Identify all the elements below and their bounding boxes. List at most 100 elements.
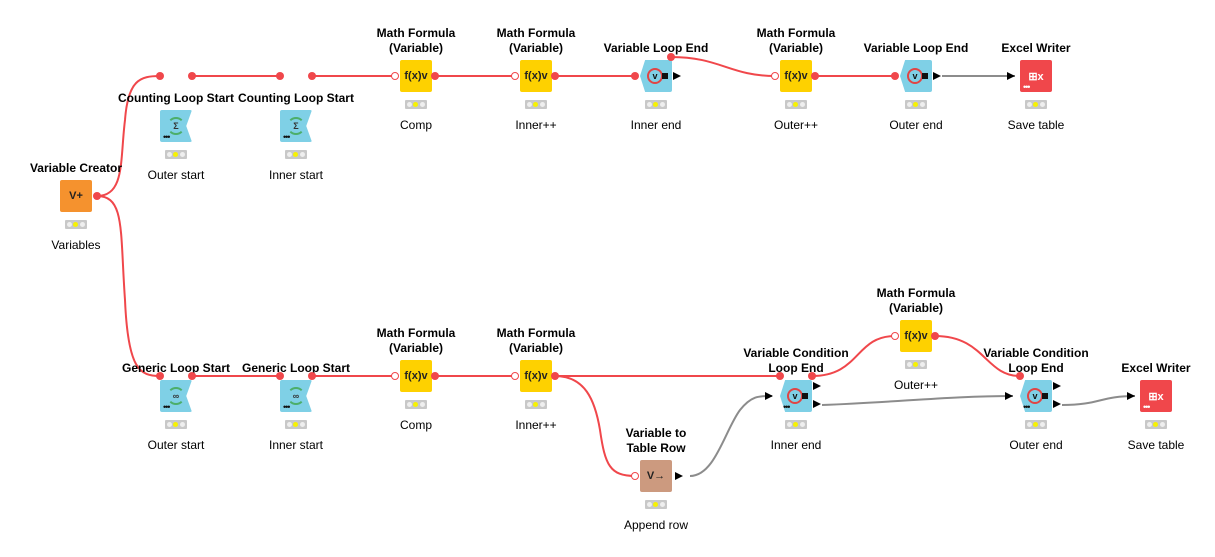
node-box[interactable]: v ••• [780,380,812,412]
node-title[interactable]: Variable Loop End [586,41,726,56]
node-title[interactable]: Variable Loop End [846,41,986,56]
node-label[interactable]: Inner end [726,438,866,452]
data-port[interactable] [1007,72,1015,80]
flow-variable-port[interactable] [776,372,784,380]
data-port[interactable] [813,400,821,408]
flow-variable-out-port[interactable] [811,72,819,80]
node-label[interactable]: Outer end [966,438,1106,452]
node-box[interactable]: f(x)v [780,60,812,92]
flow-variable-port[interactable] [188,372,196,380]
flow-variable-out-port[interactable] [931,332,939,340]
flow-variable-port[interactable] [156,372,164,380]
node-status-traffic-light [1025,420,1047,429]
data-port[interactable] [1053,382,1061,390]
data-port[interactable] [675,472,683,480]
flow-variable-out-port[interactable] [431,372,439,380]
node-box[interactable]: V+ [60,180,92,212]
data-port[interactable] [1127,392,1135,400]
loop-end-circle-icon: v [647,68,668,84]
wire-variables-to-generic-outer[interactable] [96,195,161,377]
node-title[interactable]: Variable to Table Row [586,426,726,456]
node-box[interactable]: v ••• [1020,380,1052,412]
node-title[interactable]: Math Formula (Variable) [726,26,866,56]
flow-variable-port[interactable] [667,53,675,61]
node-title[interactable]: Generic Loop Start [226,361,366,376]
data-port[interactable] [1005,392,1013,400]
status-light [1153,422,1158,427]
data-port[interactable] [1053,400,1061,408]
flow-variable-port[interactable] [808,372,816,380]
optional-variable-in-port[interactable] [511,372,519,380]
node-box[interactable]: v [640,60,672,92]
flow-variable-port[interactable] [276,72,284,80]
optional-variable-in-port[interactable] [391,72,399,80]
status-light [293,152,298,157]
node-label[interactable]: Save table [1086,438,1215,452]
data-port[interactable] [673,72,681,80]
node-box[interactable]: f(x)v [520,60,552,92]
node-title[interactable]: Excel Writer [966,41,1106,56]
data-port[interactable] [933,72,941,80]
node-label[interactable]: Variables [6,238,146,252]
status-light [73,222,78,227]
node-title[interactable]: Variable Condition Loop End [726,346,866,376]
flow-variable-out-port[interactable] [551,372,559,380]
node-label[interactable]: Outer start [106,438,246,452]
optional-variable-in-port[interactable] [391,372,399,380]
node-title[interactable]: Variable Condition Loop End [966,346,1106,376]
node-title[interactable]: Counting Loop Start [226,91,366,106]
flow-variable-out-port[interactable] [551,72,559,80]
node-label[interactable]: Comp [346,418,486,432]
optional-variable-in-port[interactable] [511,72,519,80]
node-box[interactable]: f(x)v [900,320,932,352]
node-box[interactable]: ⊞x ••• [1020,60,1052,92]
wire-inner-end-to-outer-inc[interactable] [670,56,776,77]
node-label[interactable]: Save table [966,118,1106,132]
flow-variable-port[interactable] [308,372,316,380]
node-box[interactable]: f(x)v [400,360,432,392]
node-label[interactable]: Inner++ [466,418,606,432]
node-title[interactable]: Counting Loop Start [106,91,246,106]
optional-variable-in-port[interactable] [631,472,639,480]
flow-variable-port[interactable] [891,72,899,80]
flow-variable-port[interactable] [188,72,196,80]
data-port[interactable] [813,382,821,390]
data-port[interactable] [765,392,773,400]
node-title[interactable]: Generic Loop Start [106,361,246,376]
math-formula-icon: f(x)v [404,370,428,382]
node-label[interactable]: Outer end [846,118,986,132]
node-label[interactable]: Inner start [226,438,366,452]
config-dots-icon: ••• [283,132,291,142]
flow-variable-port[interactable] [276,372,284,380]
node-title[interactable]: Math Formula (Variable) [466,26,606,56]
node-label[interactable]: Outer++ [726,118,866,132]
node-label[interactable]: Outer++ [846,378,986,392]
flow-variable-port[interactable] [631,72,639,80]
node-box[interactable]: ⊞x ••• [1140,380,1172,412]
status-light [180,422,185,427]
node-label[interactable]: Comp [346,118,486,132]
node-label[interactable]: Inner start [226,168,366,182]
node-label[interactable]: Outer start [106,168,246,182]
node-title[interactable]: Math Formula (Variable) [346,326,486,356]
node-title[interactable]: Math Formula (Variable) [846,286,986,316]
node-title[interactable]: Math Formula (Variable) [466,326,606,356]
node-label[interactable]: Append row [586,518,726,532]
optional-variable-in-port[interactable] [891,332,899,340]
node-box[interactable]: V→ [640,460,672,492]
node-box[interactable]: f(x)v [520,360,552,392]
wire-outer-end2-to-excel[interactable] [1061,395,1136,406]
node-title[interactable]: Excel Writer [1086,361,1215,376]
node-box[interactable]: v [900,60,932,92]
flow-variable-out-port[interactable] [431,72,439,80]
wire-inner-end-to-outer-end[interactable] [821,395,1014,406]
node-label[interactable]: Inner end [586,118,726,132]
flow-variable-port[interactable] [308,72,316,80]
flow-variable-port[interactable] [1016,372,1024,380]
flow-variable-out-port[interactable] [93,192,101,200]
node-title[interactable]: Math Formula (Variable) [346,26,486,56]
optional-variable-in-port[interactable] [771,72,779,80]
flow-variable-port[interactable] [156,72,164,80]
node-box[interactable]: f(x)v [400,60,432,92]
node-label[interactable]: Inner++ [466,118,606,132]
